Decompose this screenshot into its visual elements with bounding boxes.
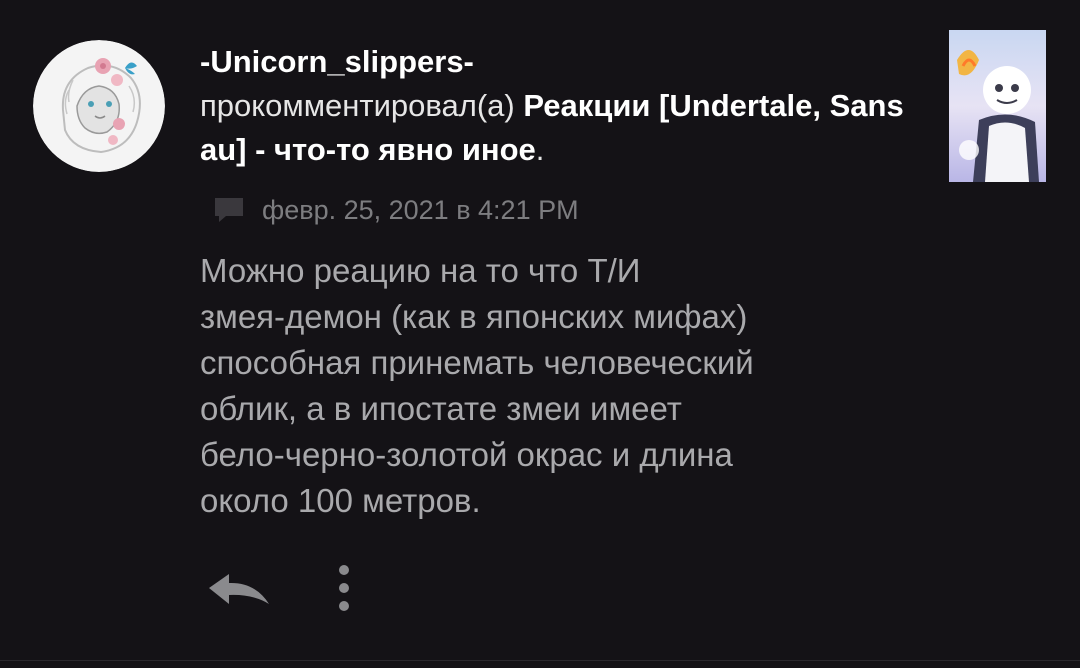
comment-line: бело-черно-золотой окрас и длина: [200, 436, 733, 473]
vertical-dots-icon[interactable]: [322, 562, 366, 616]
comment-line: облик, а в ипостате змеи имеет: [200, 390, 682, 427]
notification-card: -Unicorn_slippers- прокомментировал(а) Р…: [0, 0, 1080, 668]
comment-meta: февр. 25, 2021 в 4:21 PM: [212, 190, 579, 230]
comment-line: способная принемать человеческий: [200, 344, 754, 381]
timestamp: февр. 25, 2021 в 4:21 PM: [262, 194, 579, 225]
comment-text: Можно реацию на то что Т/И змея-демон (к…: [200, 248, 900, 524]
notification-header: -Unicorn_slippers- прокомментировал(а) Р…: [200, 40, 930, 172]
comment-line: Можно реацию на то что Т/И: [200, 252, 641, 289]
action-text: прокомментировал(а): [200, 88, 515, 123]
comment-line: около 100 метров.: [200, 482, 481, 519]
title-suffix: .: [535, 132, 545, 167]
user-avatar[interactable]: [33, 40, 165, 172]
divider: [0, 660, 1080, 661]
post-thumbnail[interactable]: [949, 30, 1046, 182]
reply-arrow-icon[interactable]: [203, 568, 275, 612]
comment-line: змея-демон (как в японских мифах): [200, 298, 748, 335]
comment-bubble-icon: [215, 198, 243, 222]
username-link[interactable]: -Unicorn_slippers-: [200, 40, 930, 84]
